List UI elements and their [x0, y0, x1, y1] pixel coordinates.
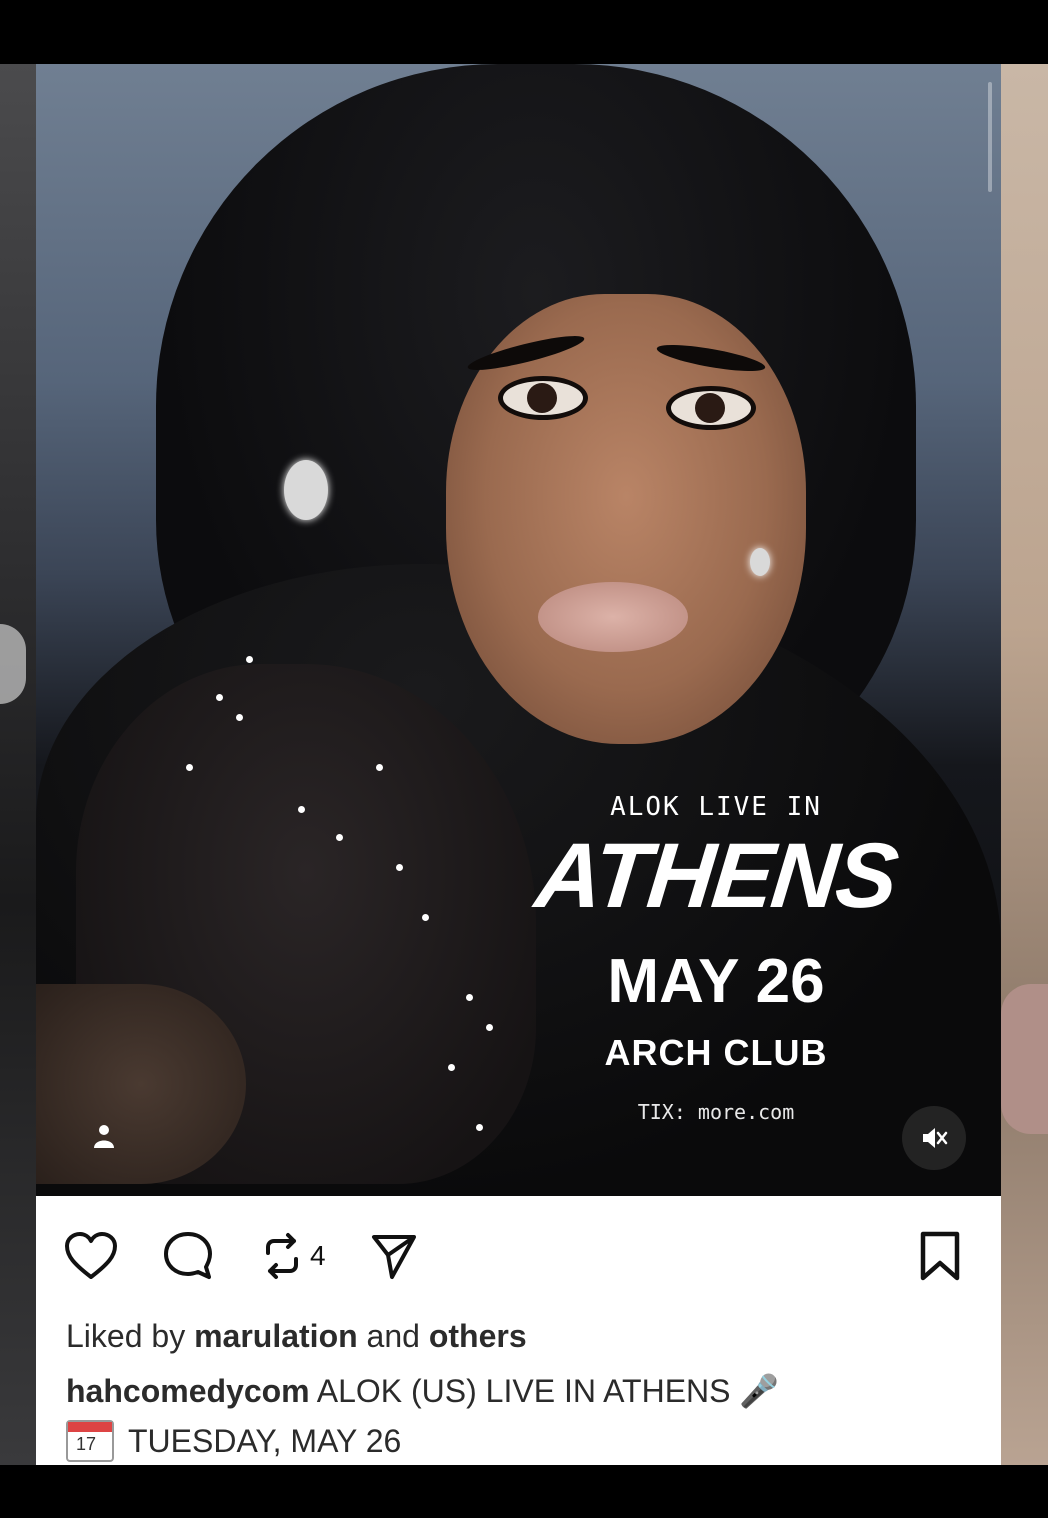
peek-detail	[1001, 984, 1048, 1134]
sparkle	[448, 1064, 455, 1071]
tagged-people-button[interactable]	[86, 1118, 122, 1154]
next-post-peek[interactable]	[1001, 64, 1048, 1465]
poster-lips	[538, 582, 688, 652]
post-footer: 4 Liked by marulation and others hahcome…	[36, 1196, 1001, 1465]
sparkle	[376, 764, 383, 771]
top-letterbox	[0, 0, 1048, 64]
sparkle	[246, 656, 253, 663]
save-button[interactable]	[918, 1230, 962, 1282]
sparkle	[396, 864, 403, 871]
sparkle	[236, 714, 243, 721]
peek-highlight	[0, 624, 26, 704]
like-button[interactable]	[64, 1230, 118, 1282]
poster-tickets: TIX: more.com	[637, 1100, 795, 1124]
calendar-emoji-icon: 17	[66, 1420, 114, 1462]
previous-post-peek[interactable]	[0, 64, 36, 1465]
heart-icon	[65, 1232, 117, 1279]
likes-middle: and	[357, 1318, 429, 1354]
repost-count: 4	[310, 1240, 326, 1271]
poster-earring-right	[750, 548, 770, 576]
repost-button[interactable]: 4	[260, 1230, 326, 1282]
poster-arm	[36, 984, 246, 1184]
poster-earring-left	[284, 460, 328, 520]
sparkle	[298, 806, 305, 813]
sparkle	[186, 764, 193, 771]
sparkle	[486, 1024, 493, 1031]
poster-eye-left	[498, 376, 588, 420]
liker-username[interactable]: marulation	[194, 1318, 358, 1354]
sparkle	[336, 834, 343, 841]
caption-line-2: 17 TUESDAY, MAY 26	[66, 1420, 401, 1462]
likes-summary[interactable]: Liked by marulation and others	[66, 1318, 527, 1355]
poster-city: ATHENS	[530, 825, 902, 927]
bookmark-icon	[920, 1231, 960, 1281]
sparkle	[422, 914, 429, 921]
author-username[interactable]: hahcomedycom	[66, 1373, 310, 1409]
sparkle	[216, 694, 223, 701]
comment-button[interactable]	[162, 1230, 214, 1282]
poster-eye-right	[666, 386, 756, 430]
mute-button[interactable]	[902, 1106, 966, 1170]
person-icon	[94, 1125, 114, 1148]
post-image[interactable]: ALOK LIVE IN ATHENS MAY 26 ARCH CLUB TIX…	[36, 64, 1001, 1196]
speaker-muted-icon	[923, 1128, 948, 1148]
caption-date: TUESDAY, MAY 26	[128, 1422, 402, 1459]
caption-text: ALOK (US) LIVE IN ATHENS 🎤	[309, 1373, 780, 1409]
likes-others-link[interactable]: others	[429, 1318, 527, 1354]
poster-pretitle: ALOK LIVE IN	[610, 792, 822, 822]
action-bar: 4	[64, 1230, 974, 1282]
send-icon	[372, 1235, 416, 1279]
share-button[interactable]	[370, 1230, 418, 1282]
poster-venue: ARCH CLUB	[604, 1032, 828, 1073]
bottom-letterbox	[0, 1465, 1048, 1518]
poster-date: MAY 26	[607, 947, 825, 1016]
likes-prefix: Liked by	[66, 1318, 195, 1354]
sparkle	[476, 1124, 483, 1131]
comment-icon	[164, 1232, 212, 1279]
caption-line-1: hahcomedycom ALOK (US) LIVE IN ATHENS 🎤	[66, 1372, 779, 1410]
scroll-indicator[interactable]	[988, 82, 992, 192]
calendar-day: 17	[76, 1434, 97, 1454]
repost-icon	[266, 1233, 298, 1279]
